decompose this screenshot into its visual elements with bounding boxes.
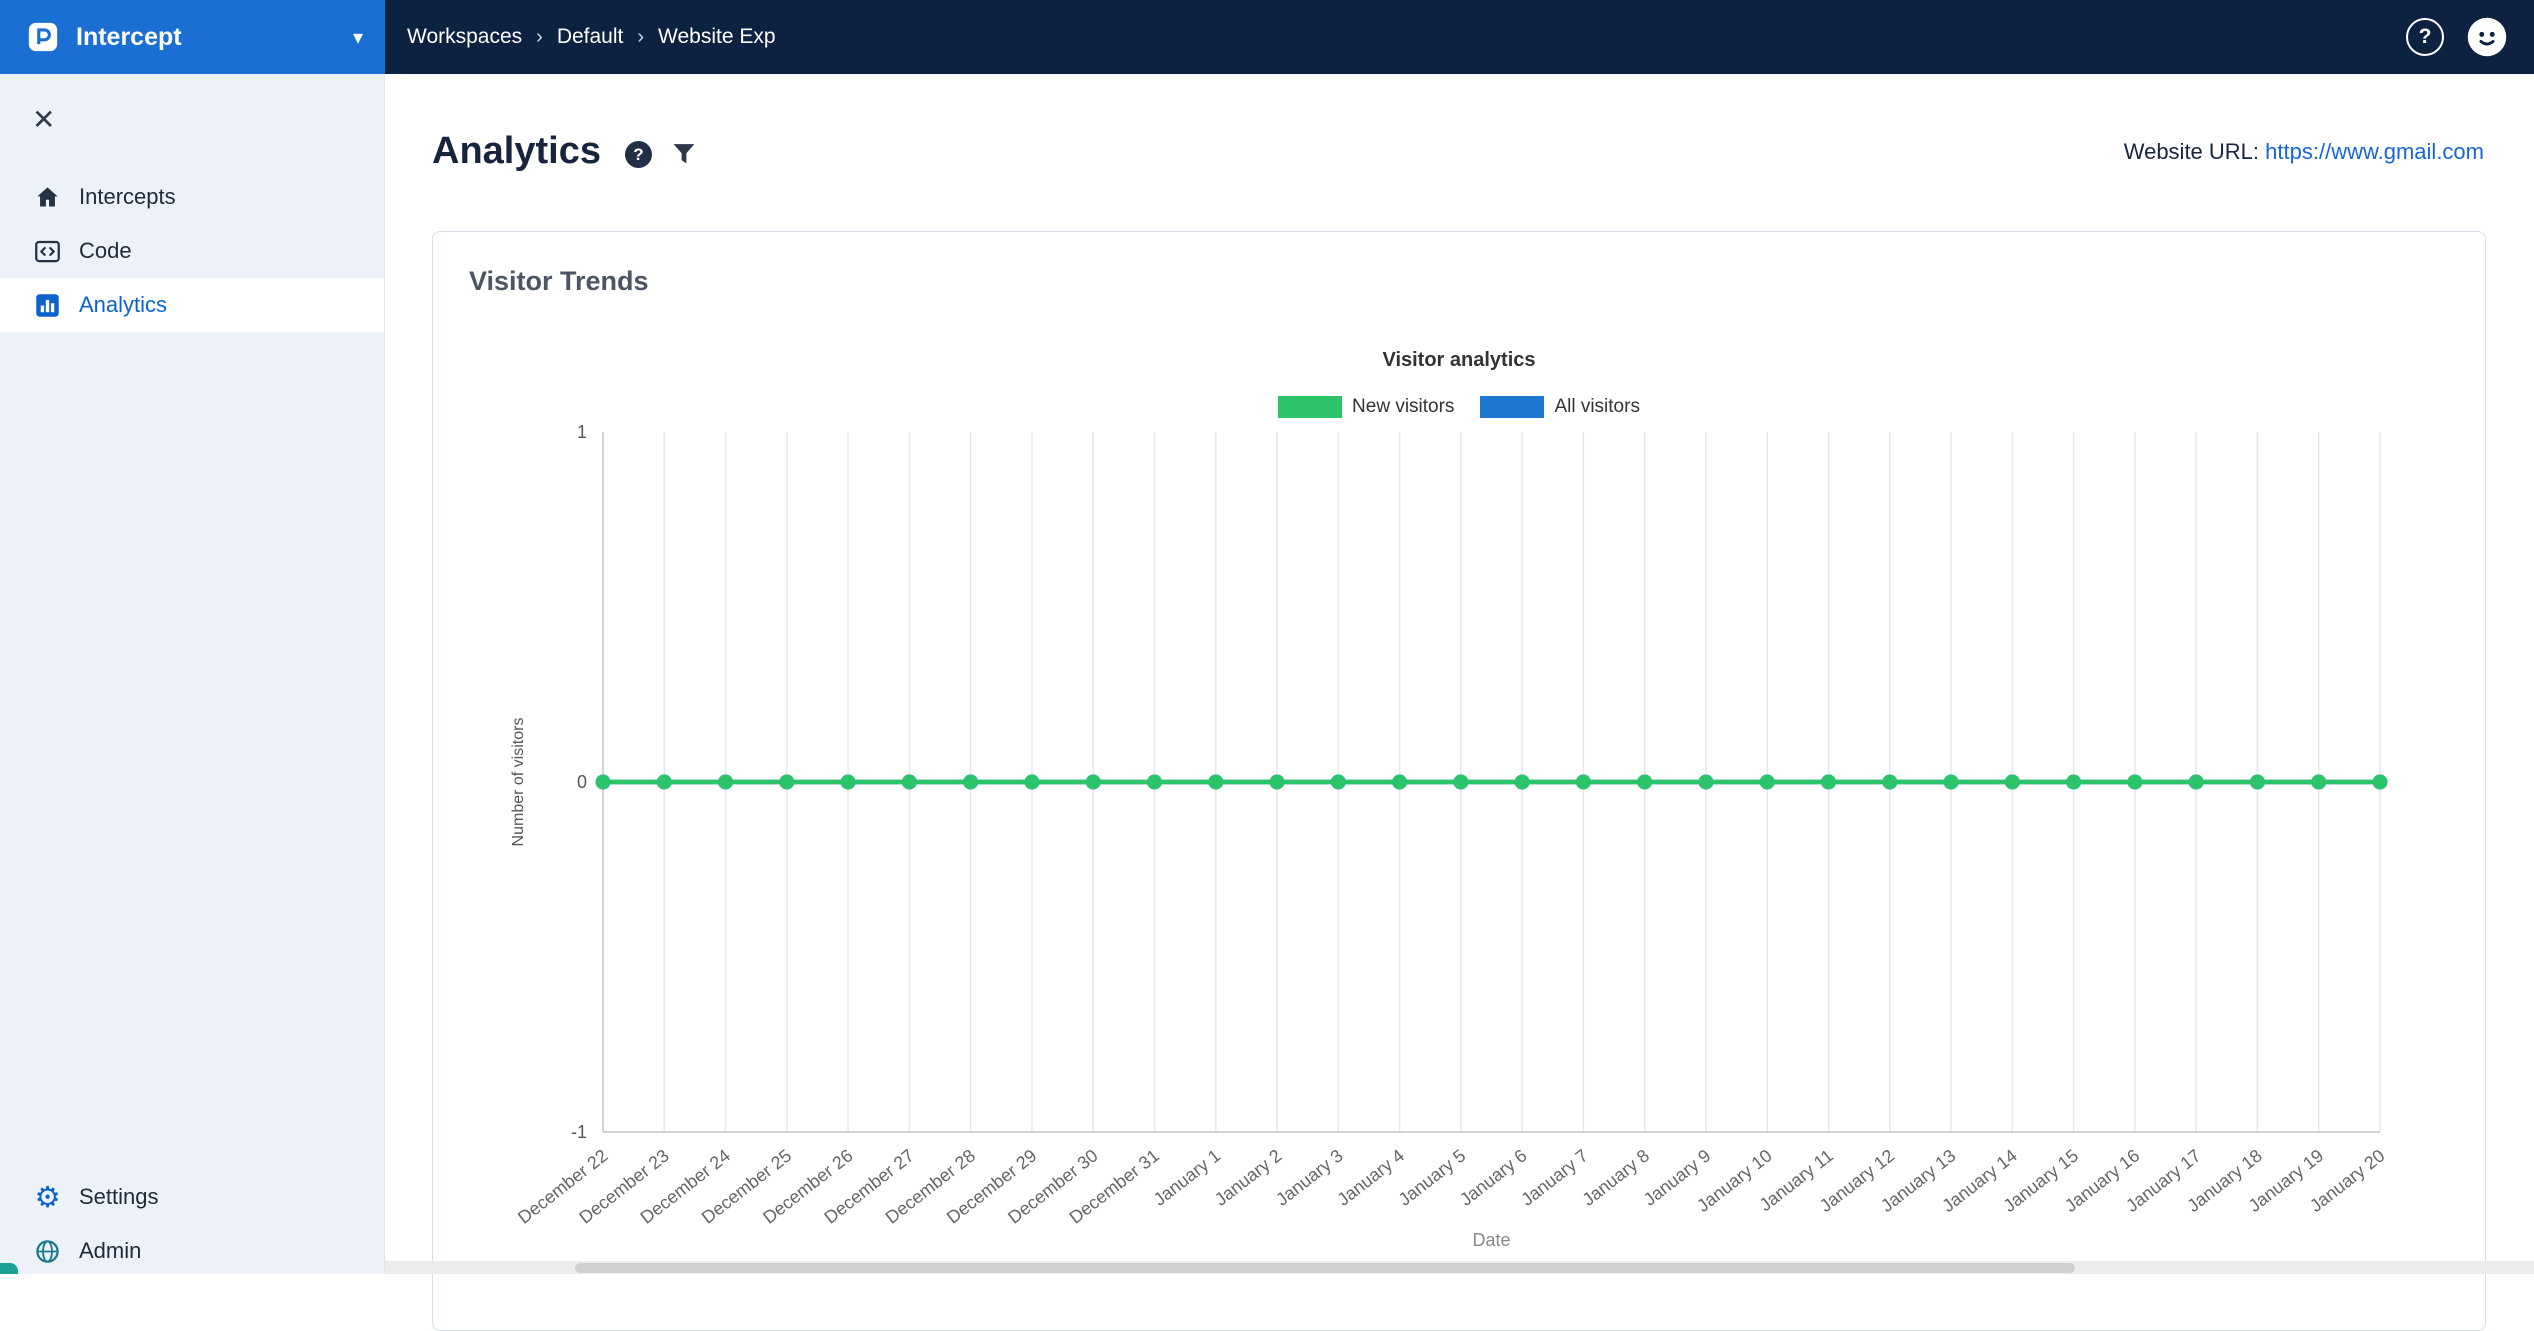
horizontal-scrollbar[interactable]: [385, 1261, 2534, 1274]
app-switcher[interactable]: Intercept ▾: [0, 0, 385, 74]
avatar[interactable]: [2466, 16, 2508, 58]
title-icons: ?: [624, 141, 696, 168]
svg-text:-1: -1: [571, 1122, 587, 1142]
card-title: Visitor Trends: [469, 266, 649, 296]
sidebar-item-label: Settings: [79, 1184, 159, 1209]
website-url-label: Website URL:: [2123, 138, 2260, 164]
svg-text:1: 1: [577, 422, 587, 442]
breadcrumb-separator: ›: [536, 25, 543, 48]
breadcrumb-default[interactable]: Default: [557, 25, 624, 49]
legend-item[interactable]: New visitors: [1278, 396, 1454, 418]
legend-label: All visitors: [1554, 396, 1640, 417]
visitor-trends-card: Visitor Trends Visitor analytics New vis…: [432, 231, 2486, 1331]
svg-text:Number of visitors: Number of visitors: [510, 718, 527, 847]
scrollbar-thumb[interactable]: [575, 1262, 2075, 1273]
chart-legend: New visitors All visitors: [469, 396, 2449, 418]
breadcrumb-workspaces[interactable]: Workspaces: [407, 25, 522, 49]
svg-text:January 8: January 8: [1579, 1145, 1654, 1209]
sidebar-item-label: Intercepts: [79, 184, 176, 209]
svg-text:January 1: January 1: [1150, 1145, 1225, 1209]
breadcrumb-website-exp[interactable]: Website Exp: [658, 25, 776, 49]
chevron-down-icon: ▾: [352, 26, 363, 49]
legend-swatch: [1480, 396, 1545, 418]
svg-text:January 3: January 3: [1272, 1145, 1347, 1209]
svg-text:January 6: January 6: [1456, 1145, 1531, 1209]
globe-icon: [34, 1238, 61, 1265]
page-header: Analytics ? Website URL: https://www.gma…: [432, 130, 2484, 173]
legend-swatch: [1278, 396, 1343, 418]
intercept-logo-icon: [28, 22, 58, 52]
topbar-actions: ?: [2406, 16, 2534, 58]
sidebar-nav: Intercepts Code Analytics: [0, 170, 384, 332]
website-url-link[interactable]: https://www.gmail.com: [2265, 139, 2484, 164]
website-url-block: Website URL: https://www.gmail.com: [2124, 139, 2484, 165]
top-bar: Intercept ▾ Workspaces › Default › Websi…: [0, 0, 2534, 74]
svg-text:January 4: January 4: [1333, 1145, 1408, 1209]
svg-text:Date: Date: [1472, 1230, 1510, 1250]
chart-title: Visitor analytics: [1382, 349, 1536, 371]
gear-icon: ⚙: [34, 1179, 61, 1214]
sidebar: ✕ Intercepts Code Analytics ⚙ Settings A…: [0, 74, 385, 1274]
svg-text:January 5: January 5: [1395, 1145, 1470, 1209]
sidebar-footer: ⚙ Settings Admin: [0, 1170, 384, 1278]
sidebar-item-intercepts[interactable]: Intercepts: [0, 170, 384, 224]
page-title: Analytics: [432, 130, 601, 172]
svg-text:January 7: January 7: [1517, 1145, 1592, 1209]
sidebar-item-analytics[interactable]: Analytics: [0, 278, 384, 332]
bar-chart-icon: [34, 292, 61, 319]
visitor-trends-chart: 10-1Number of visitorsDecember 22Decembe…: [510, 422, 2388, 1250]
breadcrumb: Workspaces › Default › Website Exp: [407, 25, 776, 49]
app-name: Intercept: [76, 22, 182, 51]
legend-label: New visitors: [1352, 396, 1455, 417]
filter-icon[interactable]: [672, 142, 696, 167]
sidebar-item-code[interactable]: Code: [0, 224, 384, 278]
info-icon[interactable]: ?: [624, 141, 652, 168]
legend-item[interactable]: All visitors: [1480, 396, 1640, 418]
sidebar-item-label: Code: [79, 238, 132, 263]
code-icon: [34, 238, 61, 265]
home-icon: [34, 184, 61, 211]
feedback-widget-corner[interactable]: [0, 1263, 18, 1274]
svg-text:January 2: January 2: [1211, 1145, 1286, 1209]
svg-text:0: 0: [577, 772, 587, 792]
close-icon[interactable]: ✕: [32, 106, 55, 134]
sidebar-item-admin[interactable]: Admin: [0, 1224, 384, 1278]
sidebar-item-label: Analytics: [79, 292, 168, 317]
main-content: Analytics ? Website URL: https://www.gma…: [385, 74, 2534, 1331]
sidebar-item-label: Admin: [79, 1238, 142, 1263]
sidebar-item-settings[interactable]: ⚙ Settings: [0, 1170, 384, 1224]
breadcrumb-separator: ›: [637, 25, 645, 48]
help-icon[interactable]: ?: [2406, 18, 2444, 56]
